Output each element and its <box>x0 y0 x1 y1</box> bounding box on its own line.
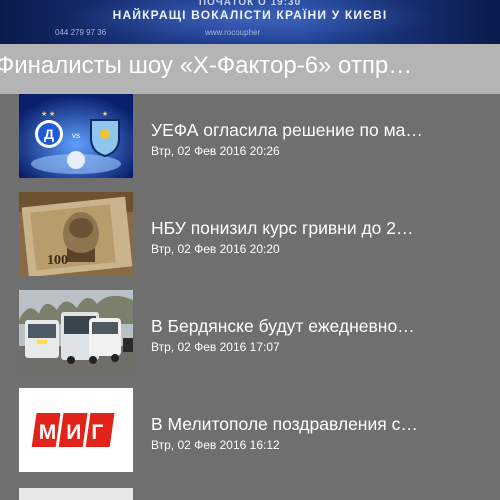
list-item[interactable]: МИГ В Мелитополе поздравления с… Втр, 02… <box>0 388 500 486</box>
list-item[interactable]: 100 НБУ понизил курс гривни до 2… Втр, 0… <box>0 192 500 290</box>
banner-phone: 044 279 97 36 <box>55 28 107 37</box>
list-item[interactable]: Д vs ★ ★ ★ УЕФА огласила решение по ма… … <box>0 94 500 192</box>
svg-text:Д: Д <box>44 126 54 142</box>
svg-text:100: 100 <box>47 253 68 268</box>
svg-text:vs: vs <box>72 131 80 140</box>
thumbnail-mig-logo: МИГ <box>19 388 133 472</box>
svg-text:★: ★ <box>102 110 108 118</box>
banner-line1: ПОЧАТОК О 19:30 <box>198 0 302 8</box>
thumbnail-hryvnia-banknote: 100 <box>19 192 133 276</box>
article-date: Втр, 02 Фев 2016 20:26 <box>151 144 280 158</box>
article-title: НБУ понизил курс гривни до 2… <box>151 218 414 238</box>
mig-logo-text: МИГ <box>39 421 114 444</box>
ad-banner[interactable]: ПОЧАТОК О 19:30 НАЙКРАЩІ ВОКАЛІСТИ КРАЇН… <box>0 0 500 44</box>
thumbnail-football-logos: Д vs ★ ★ ★ <box>19 94 133 178</box>
svg-text:★: ★ <box>49 110 55 118</box>
featured-headline-text: Финалисты шоу «Х-Фактор-6» отпр… <box>0 52 413 79</box>
featured-headline[interactable]: Финалисты шоу «Х-Фактор-6» отпр… <box>0 44 500 94</box>
svg-text:★: ★ <box>41 110 47 118</box>
article-title: В Бердянске будут ежедневно… <box>151 316 415 336</box>
banner-site: www.rocoupher <box>205 28 261 37</box>
article-title: В Мелитополе поздравления с… <box>151 414 418 434</box>
article-date: Втр, 02 Фев 2016 20:20 <box>151 242 280 256</box>
thumbnail-street-buses <box>19 290 133 374</box>
banner-line2: НАЙКРАЩІ ВОКАЛІСТИ КРАЇНИ У КИЄВІ <box>112 8 388 22</box>
article-date: Втр, 02 Фев 2016 16:12 <box>151 438 280 452</box>
next-thumbnail-partial <box>19 488 133 500</box>
list-item[interactable]: В Бердянске будут ежедневно… Втр, 02 Фев… <box>0 290 500 388</box>
article-date: Втр, 02 Фев 2016 17:07 <box>151 340 280 354</box>
article-title: УЕФА огласила решение по ма… <box>151 120 423 140</box>
